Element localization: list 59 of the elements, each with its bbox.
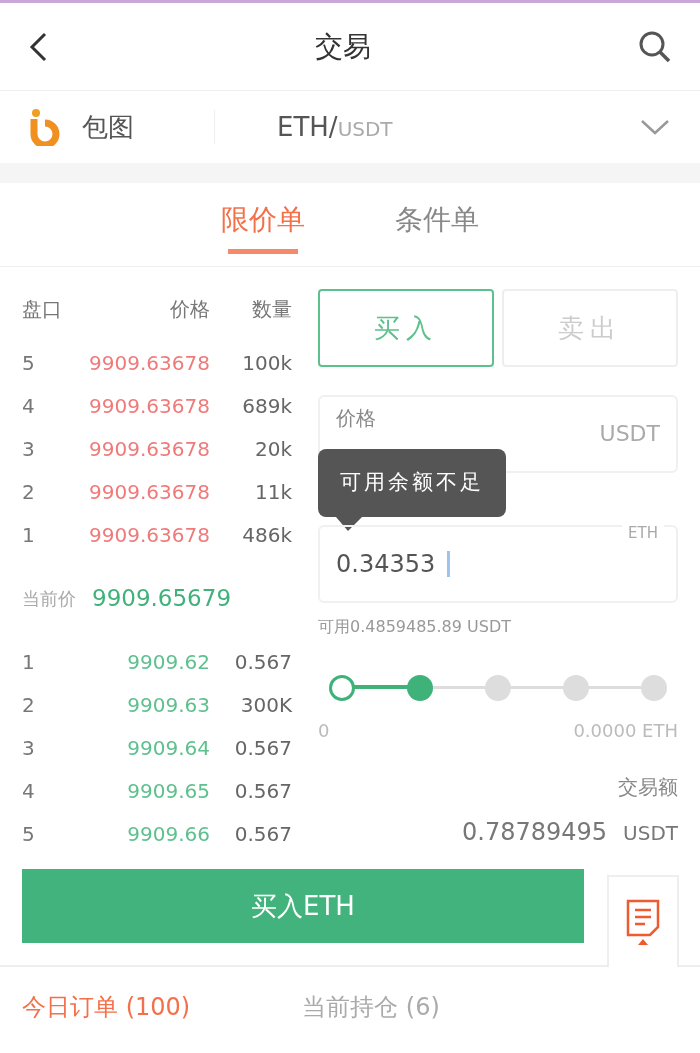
order-quantity: 0.567 — [233, 777, 292, 805]
available-balance: 可用0.4859485.89 USDT — [318, 616, 512, 638]
tooltip: 可用余额不足 — [318, 449, 506, 517]
document-icon — [626, 899, 660, 945]
pair-selector[interactable]: ETH/USDT — [277, 107, 393, 147]
order-price: 9909.63 — [126, 691, 210, 719]
depth-level: 1 — [22, 648, 36, 676]
order-quantity: 20k — [253, 435, 292, 463]
list-tab[interactable]: 今日订单 (100) — [22, 989, 191, 1025]
order-price: 9909.63678 — [88, 435, 210, 463]
order-quantity: 689k — [241, 392, 292, 420]
column-header: 价格 — [169, 296, 210, 323]
column-header: 数量 — [251, 296, 292, 323]
order-quantity: 300K — [239, 691, 292, 719]
slider-max-label: 0.0000 ETH — [573, 719, 678, 743]
order-price: 9909.63678 — [88, 349, 210, 377]
depth-level: 5 — [22, 349, 36, 377]
order-price: 9909.64 — [126, 734, 210, 762]
depth-level: 1 — [22, 521, 36, 549]
current-price-label: 当前价 — [22, 586, 76, 611]
order-price: 9909.63678 — [88, 478, 210, 506]
depth-level: 2 — [22, 478, 36, 506]
page-title: 交易 — [315, 28, 371, 65]
depth-level: 5 — [22, 820, 36, 848]
logo-icon — [30, 108, 60, 146]
order-quantity: 0.567 — [233, 820, 292, 848]
depth-level: 2 — [22, 691, 36, 719]
order-quantity: 0.567 — [233, 648, 292, 676]
trade-side-tab[interactable]: 买入 — [318, 289, 494, 367]
order-quantity: 11k — [253, 478, 292, 506]
depth-level: 3 — [22, 734, 36, 762]
current-price: 9909.65679 — [92, 583, 231, 613]
order-quantity: 486k — [241, 521, 292, 549]
order-type-tab[interactable]: 限价单 — [221, 183, 305, 266]
total-unit: USDT — [623, 820, 678, 847]
slider-min-label: 0 — [318, 719, 330, 743]
orders-tab[interactable] — [607, 875, 679, 967]
list-tab[interactable]: 当前持仓 (6) — [302, 989, 440, 1025]
depth-level: 3 — [22, 435, 36, 463]
order-quantity: 100k — [241, 349, 292, 377]
column-header: 盘口 — [22, 296, 63, 323]
depth-level: 4 — [22, 392, 36, 420]
order-price: 9909.63678 — [88, 392, 210, 420]
order-price: 9909.66 — [126, 820, 210, 848]
order-quantity: 0.567 — [233, 734, 292, 762]
order-price: 9909.62 — [126, 648, 210, 676]
order-price: 9909.65 — [126, 777, 210, 805]
amount-field[interactable]: 0.34353 ETH — [318, 525, 678, 603]
total-value: 0.78789495 — [462, 817, 608, 848]
search-icon[interactable] — [638, 29, 672, 64]
order-type-tab[interactable]: 条件单 — [395, 183, 479, 266]
back-icon[interactable] — [28, 30, 48, 63]
brand-name: 包图 — [82, 110, 134, 144]
buy-button[interactable]: 买入ETH — [22, 869, 584, 943]
tooltip-tail — [336, 517, 362, 531]
total-label: 交易额 — [617, 774, 678, 801]
depth-level: 4 — [22, 777, 36, 805]
chevron-down-icon[interactable] — [640, 118, 670, 136]
order-price: 9909.63678 — [88, 521, 210, 549]
